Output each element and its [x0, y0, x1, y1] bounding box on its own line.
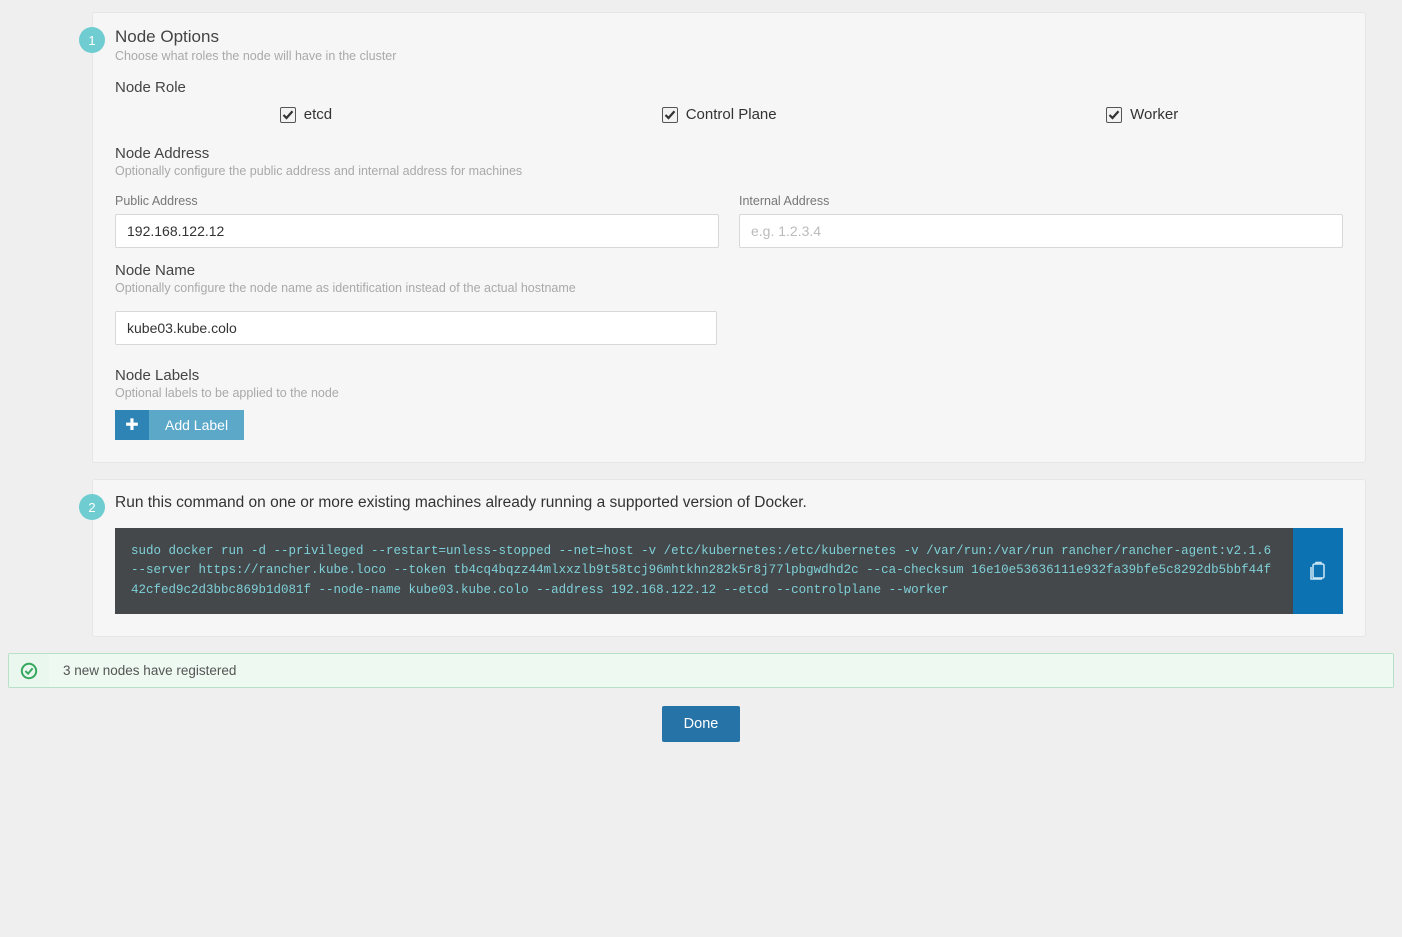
- plus-icon: ✚: [115, 410, 149, 440]
- run-command-text: Run this command on one or more existing…: [115, 494, 1343, 512]
- add-label-text: Add Label: [149, 410, 244, 440]
- node-role-row: etcd Control Plane Worker: [115, 106, 1343, 123]
- success-icon: [9, 654, 49, 687]
- run-command-card: 2 Run this command on one or more existi…: [92, 479, 1366, 637]
- clipboard-icon: [1309, 561, 1327, 581]
- worker-checkbox[interactable]: [1106, 107, 1122, 123]
- public-address-label: Public Address: [115, 194, 719, 208]
- register-notice: 3 new nodes have registered: [8, 653, 1394, 688]
- control-plane-checkbox[interactable]: [662, 107, 678, 123]
- control-plane-label: Control Plane: [686, 106, 777, 123]
- node-address-desc: Optionally configure the public address …: [115, 164, 1343, 178]
- node-labels-title: Node Labels: [115, 367, 1343, 384]
- etcd-label: etcd: [304, 106, 332, 123]
- docker-command-block[interactable]: sudo docker run -d --privileged --restar…: [115, 528, 1293, 614]
- step-1-badge: 1: [79, 27, 105, 53]
- internal-address-label: Internal Address: [739, 194, 1343, 208]
- done-button[interactable]: Done: [662, 706, 741, 742]
- etcd-checkbox[interactable]: [280, 107, 296, 123]
- node-address-title: Node Address: [115, 145, 1343, 162]
- node-labels-desc: Optional labels to be applied to the nod…: [115, 386, 1343, 400]
- node-name-input[interactable]: [115, 311, 717, 345]
- step-2-badge: 2: [79, 494, 105, 520]
- internal-address-input[interactable]: [739, 214, 1343, 248]
- node-options-card: 1 Node Options Choose what roles the nod…: [92, 12, 1366, 463]
- node-options-desc: Choose what roles the node will have in …: [115, 49, 1343, 63]
- copy-command-button[interactable]: [1293, 528, 1343, 614]
- node-name-desc: Optionally configure the node name as id…: [115, 281, 1343, 295]
- worker-label: Worker: [1130, 106, 1178, 123]
- node-name-title: Node Name: [115, 262, 1343, 279]
- node-role-title: Node Role: [115, 79, 1343, 96]
- register-notice-text: 3 new nodes have registered: [49, 654, 1393, 687]
- node-options-title: Node Options: [115, 27, 1343, 47]
- add-label-button[interactable]: ✚ Add Label: [115, 410, 244, 440]
- public-address-input[interactable]: [115, 214, 719, 248]
